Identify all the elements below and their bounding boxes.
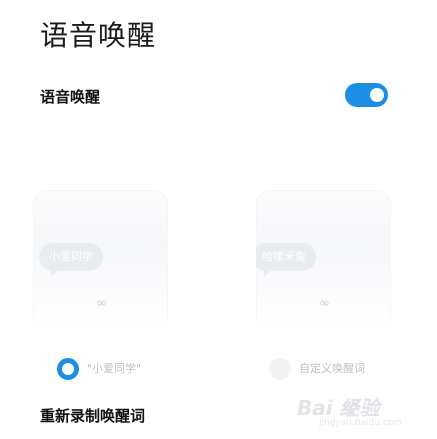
toggle-knob: [370, 88, 384, 102]
paw-icon: [344, 401, 359, 415]
radio-button-selected[interactable]: [57, 358, 79, 380]
retrain-wake-word-link[interactable]: 重新录制唤醒词: [40, 405, 145, 427]
watermark-url: jingyan.baidu.com: [319, 418, 403, 428]
voice-wake-toggle[interactable]: [345, 83, 388, 107]
watermark-text: Bai 经验: [297, 396, 380, 420]
wake-word-card-custom[interactable]: 哈喽米兔 ∞: [256, 190, 391, 330]
wake-word-bubble: 哈喽米兔: [256, 243, 316, 277]
baidu-jingyan-watermark: Bai 经验 jingyan.baidu.com: [297, 396, 407, 430]
infinity-loop-icon: ∞: [96, 296, 107, 311]
infinity-loop-icon: ∞: [319, 296, 330, 311]
radio-button-unselected[interactable]: [269, 358, 291, 380]
voice-wake-screen: 语音唤醒 语音唤醒 小爱同学 ∞ 哈喽米兔 ∞ "小爱同学" 自定义唤醒词 重新…: [0, 0, 437, 439]
radio-option-custom[interactable]: 自定义唤醒词: [269, 358, 365, 380]
page-title: 语音唤醒: [40, 19, 157, 52]
radio-option-xiaoai[interactable]: "小爱同学": [57, 358, 141, 380]
wake-word-card-xiaoai[interactable]: 小爱同学 ∞: [33, 190, 168, 330]
wake-word-bubble: 小爱同学: [39, 243, 103, 277]
radio-label: 自定义唤醒词: [299, 362, 365, 375]
voice-wake-label: 语音唤醒: [40, 88, 101, 106]
radio-label: "小爱同学": [87, 362, 142, 375]
